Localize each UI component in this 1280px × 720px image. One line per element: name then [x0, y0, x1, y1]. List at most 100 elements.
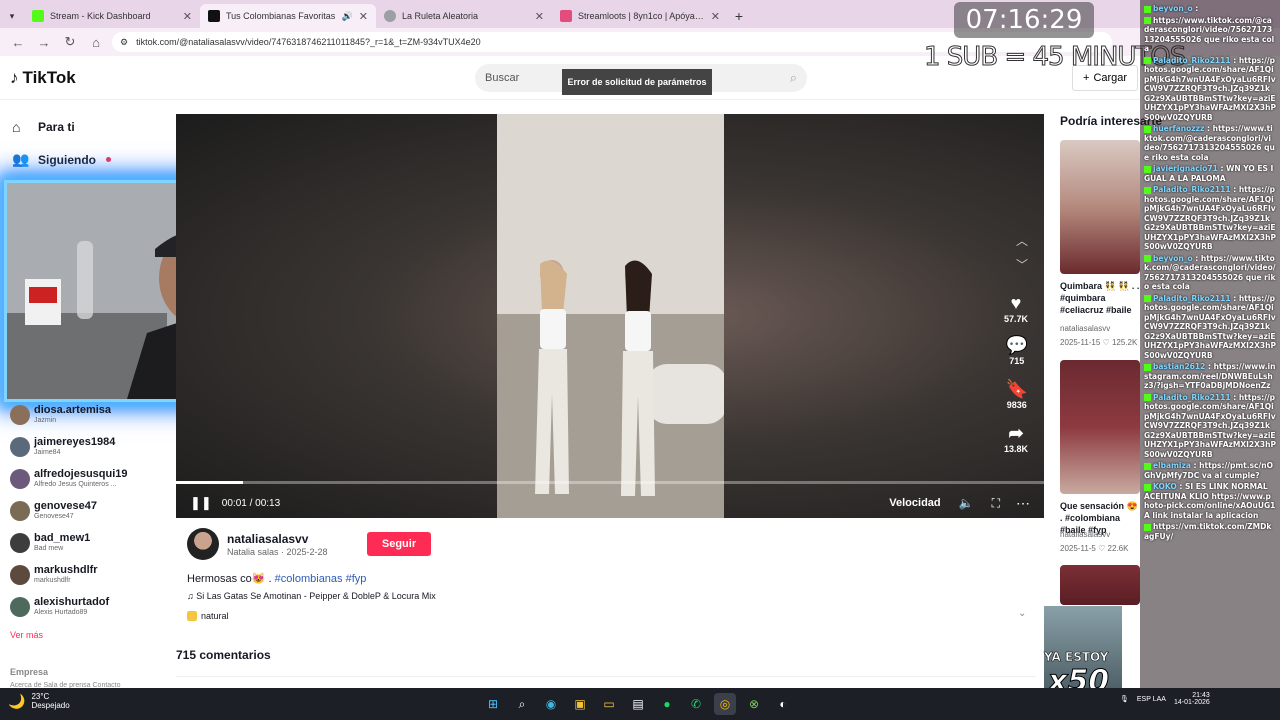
followed-account-item[interactable]: jaimereyes1984 Jaime84	[10, 436, 160, 457]
search-icon[interactable]: ⌕	[790, 70, 797, 86]
recommendation-thumbnail[interactable]	[1060, 565, 1140, 605]
file-explorer-icon[interactable]: ▭	[598, 693, 620, 715]
chevron-up-icon[interactable]: ︿	[1016, 232, 1028, 249]
kick-badge-icon	[1144, 17, 1151, 24]
chat-username: Paladito_Riko2111	[1153, 55, 1231, 65]
volume-icon[interactable]: 🔈	[959, 496, 974, 510]
nav-label: Siguiendo	[38, 152, 96, 167]
close-icon[interactable]: ✕	[535, 10, 544, 23]
close-icon[interactable]: ✕	[711, 10, 720, 23]
followed-account-item[interactable]: markushdlfr markushdlfr	[10, 564, 160, 585]
tab-title: La Ruleta Aleatoria	[402, 11, 479, 21]
author-avatar[interactable]	[187, 528, 219, 560]
tab-tiktok[interactable]: Tus Colombianas Favoritas 🔊 ✕	[200, 4, 376, 28]
video-progress-fill	[176, 481, 243, 484]
recommendation-caption[interactable]: Quimbara 👯 👯 . . #quimbara #celiacruz #b…	[1060, 280, 1140, 316]
app-icon[interactable]: ▤	[627, 693, 649, 715]
post-caption: Hermosas co😻 . #colombianas #fyp	[187, 572, 366, 585]
weather-widget[interactable]: 🌙 23°C Despejado	[8, 692, 70, 710]
more-options-icon[interactable]: ⋯	[1016, 495, 1030, 512]
comment-input-area[interactable]	[176, 676, 1036, 688]
kick-badge-icon	[1144, 186, 1151, 194]
follow-button[interactable]: Seguir	[367, 532, 431, 556]
account-name: genovese47	[34, 500, 97, 512]
chat-username: elbamiza	[1153, 461, 1191, 470]
chat-separator: :	[1176, 482, 1185, 491]
video-controls: ❚❚ 00:01 / 00:13 Velocidad 🔈 ⛶ ⋯	[176, 492, 1044, 514]
share-button[interactable]: ➦ 13.8K	[1004, 424, 1028, 454]
tiktok-note-icon: ♪	[10, 68, 19, 87]
chrome-icon[interactable]: ◎	[714, 693, 736, 715]
account-name: diosa.artemisa	[34, 404, 112, 416]
clock[interactable]: 21:43 14-01-2026	[1174, 692, 1210, 706]
close-icon[interactable]: ✕	[183, 10, 192, 23]
plus-icon: +	[1083, 72, 1090, 84]
search-icon[interactable]: ⌕	[511, 693, 533, 715]
speed-button[interactable]: Velocidad	[889, 497, 940, 509]
microphone-icon[interactable]: 🎙	[1120, 695, 1129, 703]
sidebar-item-siguiendo[interactable]: 👥 Siguiendo	[12, 151, 111, 168]
tab-title: Tus Colombianas Favoritas	[226, 11, 336, 21]
pause-icon[interactable]: ❚❚	[190, 495, 212, 511]
effect-tag[interactable]: natural	[187, 611, 229, 621]
bookmark-icon: 🔖	[1005, 379, 1028, 399]
followed-account-item[interactable]: alfredojesusqui19 Alfredo Jesus Quinteros…	[10, 468, 160, 489]
whatsapp-icon[interactable]: ✆	[685, 693, 707, 715]
fullscreen-icon[interactable]: ⛶	[992, 496, 1000, 511]
author-username[interactable]: nataliasalasvv	[227, 532, 308, 546]
music-link[interactable]: ♫ Si Las Gatas Se Amotinan - Peipper & D…	[187, 591, 436, 601]
kick-badge-icon	[1144, 57, 1151, 64]
tab-search-button[interactable]: ▾	[0, 4, 24, 28]
save-button[interactable]: 🔖 9836	[1006, 380, 1028, 410]
forward-icon[interactable]: →	[34, 32, 54, 52]
like-count: 57.7K	[1003, 314, 1028, 324]
back-icon[interactable]: ←	[8, 32, 28, 52]
xbox-icon[interactable]: ⊗	[743, 693, 765, 715]
chat-message: https://vm.tiktok.com/ZMDkagFUy/	[1144, 522, 1276, 541]
new-tab-button[interactable]: +	[728, 4, 750, 28]
kick-badge-icon	[1144, 462, 1151, 470]
reload-icon[interactable]: ↻	[60, 32, 80, 52]
site-info-icon[interactable]: ⚙	[120, 37, 128, 48]
tab-kick-dashboard[interactable]: Stream - Kick Dashboard ✕	[24, 4, 200, 28]
speaker-icon[interactable]: 🔊	[342, 11, 353, 22]
sidebar-item-para-ti[interactable]: ⌂ Para ti	[12, 119, 75, 135]
store-icon[interactable]: ▣	[569, 693, 591, 715]
chevron-down-icon[interactable]: ﹀	[1016, 256, 1028, 273]
search-placeholder: Buscar	[485, 72, 520, 84]
recommendation-author[interactable]: nataliasalasvv	[1060, 530, 1110, 539]
url-text: tiktok.com/@nataliasalasvv/video/7476318…	[136, 37, 481, 47]
video-player[interactable]: ︿ ﹀ ♥ 57.7K 💬 715 🔖 9836 ➦ 13.8K ❚❚ 00:0…	[176, 114, 1044, 518]
recommendation-thumbnail[interactable]	[1060, 140, 1140, 274]
followed-account-item[interactable]: genovese47 Genovese47	[10, 500, 160, 521]
error-tooltip-text: Error de solicitud de parámetros	[567, 77, 707, 87]
heart-icon: ♥	[1010, 293, 1022, 313]
chat-separator: :	[1192, 4, 1199, 13]
tab-streamloots[interactable]: Streamloots | 8yn1co | Apóyame ✕	[552, 4, 728, 28]
followed-account-item[interactable]: diosa.artemisa Jazmin	[10, 404, 160, 425]
spotify-icon[interactable]: ●	[656, 693, 678, 715]
language-indicator[interactable]: ESP LAA	[1137, 696, 1166, 703]
close-icon[interactable]: ✕	[359, 10, 368, 23]
error-tooltip: Error de solicitud de parámetros	[562, 69, 712, 95]
tiktok-logo[interactable]: ♪ TikTok	[10, 68, 76, 88]
followed-account-item[interactable]: bad_mew1 Bad mew	[10, 532, 160, 553]
account-name: jaimereyes1984	[34, 436, 116, 448]
video-progress-bar[interactable]	[176, 481, 1044, 484]
recommendation-author[interactable]: nataliasalasvv	[1060, 324, 1110, 333]
edge-icon[interactable]: ◉	[540, 693, 562, 715]
followed-account-item[interactable]: alexishurtadof Alexis Hurtado89	[10, 596, 160, 617]
obs-icon[interactable]: ◐	[772, 693, 794, 715]
tab-ruleta[interactable]: La Ruleta Aleatoria ✕	[376, 4, 552, 28]
see-more-link[interactable]: Ver más	[10, 630, 43, 640]
tiktok-favicon-icon	[208, 10, 220, 22]
windows-start-icon[interactable]: ⊞	[482, 693, 504, 715]
kick-badge-icon	[1144, 165, 1151, 173]
caption-hashtags[interactable]: #colombianas #fyp	[275, 573, 367, 585]
comment-button[interactable]: 💬 715	[1006, 336, 1028, 366]
effect-icon	[187, 611, 197, 621]
like-button[interactable]: ♥ 57.7K	[1004, 294, 1028, 324]
home-icon[interactable]: ⌂	[86, 32, 106, 52]
recommendation-thumbnail[interactable]	[1060, 360, 1140, 494]
chevron-down-icon[interactable]: ⌄	[1018, 608, 1026, 619]
